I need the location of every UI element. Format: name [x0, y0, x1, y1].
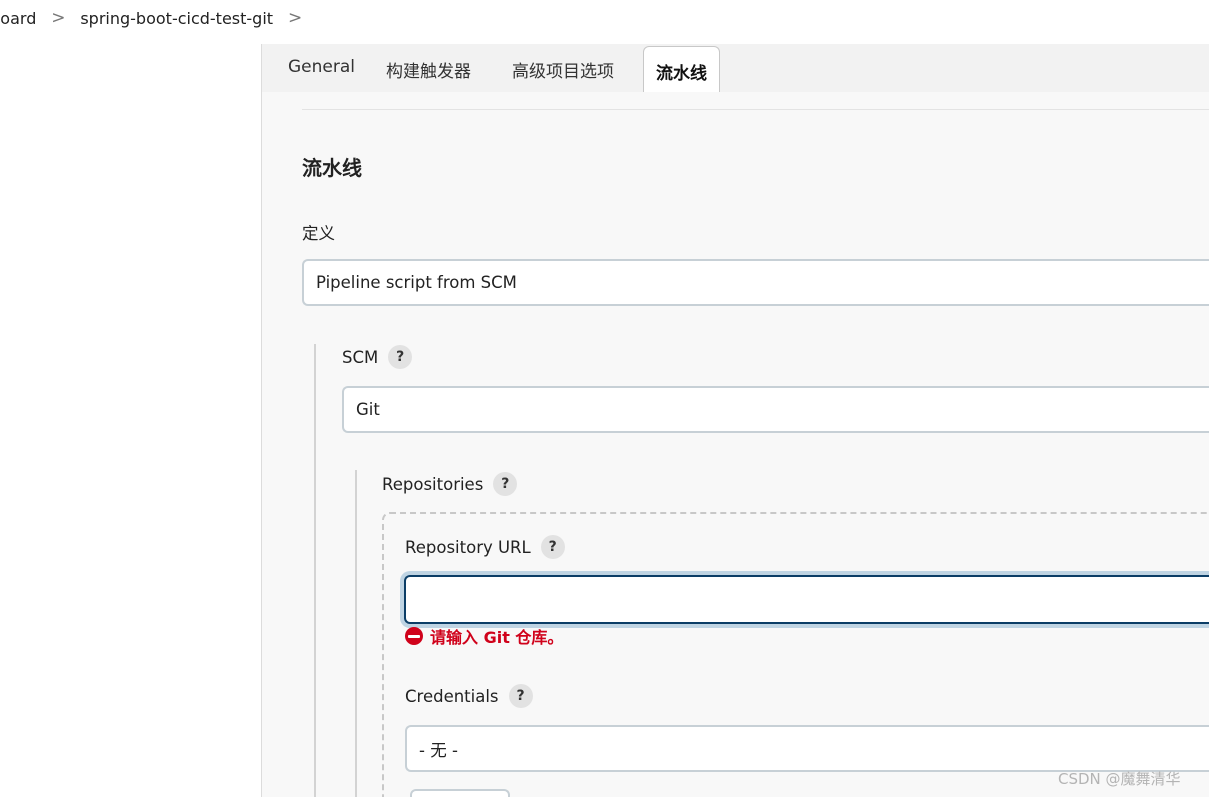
tab-general[interactable]: General — [288, 57, 355, 77]
config-main: 流水线 定义 Pipeline script from SCM SCM ? Gi… — [262, 92, 1209, 797]
definition-label: 定义 — [302, 220, 335, 244]
scm-select[interactable]: Git — [342, 386, 1209, 433]
sidebar — [0, 44, 262, 797]
credentials-select-value: - 无 - — [419, 740, 458, 760]
repositories-label-text: Repositories — [382, 474, 484, 494]
tab-advanced-options[interactable]: 高级项目选项 — [512, 57, 614, 82]
breadcrumb-job-link[interactable]: spring-boot-cicd-test-git — [80, 9, 273, 28]
scm-label-text: SCM — [342, 347, 379, 367]
credentials-label: Credentials ? — [405, 684, 533, 708]
scm-indent-line — [314, 344, 316, 797]
repositories-indent-line — [355, 470, 357, 797]
tab-pipeline[interactable]: 流水线 — [643, 46, 720, 92]
definition-label-text: 定义 — [302, 224, 335, 243]
repository-url-error: 请输入 Git 仓库。 — [405, 624, 563, 648]
breadcrumb-dashboard-link[interactable]: hboard — [0, 9, 36, 28]
repositories-label: Repositories ? — [382, 472, 518, 496]
repository-url-input[interactable] — [404, 575, 1209, 624]
definition-select-value: Pipeline script from SCM — [316, 273, 517, 292]
scm-label: SCM ? — [342, 345, 413, 369]
tab-build-triggers[interactable]: 构建触发器 — [386, 57, 471, 82]
no-entry-icon — [405, 627, 423, 645]
definition-select[interactable]: Pipeline script from SCM — [302, 259, 1209, 306]
repository-url-label: Repository URL ? — [405, 535, 565, 559]
chevron-right-icon[interactable]: > — [36, 8, 80, 28]
add-credentials-button[interactable] — [410, 789, 510, 797]
section-title: 流水线 — [302, 156, 362, 180]
breadcrumb: hboard > spring-boot-cicd-test-git > — [0, 0, 1209, 36]
credentials-label-text: Credentials — [405, 686, 499, 706]
question-mark-icon[interactable]: ? — [540, 535, 565, 559]
question-mark-icon[interactable]: ? — [508, 684, 533, 708]
chevron-right-icon[interactable]: > — [273, 8, 317, 28]
watermark: CSDN @魔舞清华 — [1058, 770, 1181, 788]
config-tabbar: General 构建触发器 高级项目选项 流水线 — [262, 44, 1209, 92]
scm-select-value: Git — [356, 400, 380, 419]
credentials-select[interactable]: - 无 - — [405, 725, 1209, 772]
section-divider — [302, 109, 1209, 110]
question-mark-icon[interactable]: ? — [388, 345, 413, 369]
question-mark-icon[interactable]: ? — [493, 472, 518, 496]
repository-url-error-text: 请输入 Git 仓库。 — [430, 628, 564, 647]
repository-url-label-text: Repository URL — [405, 537, 531, 557]
